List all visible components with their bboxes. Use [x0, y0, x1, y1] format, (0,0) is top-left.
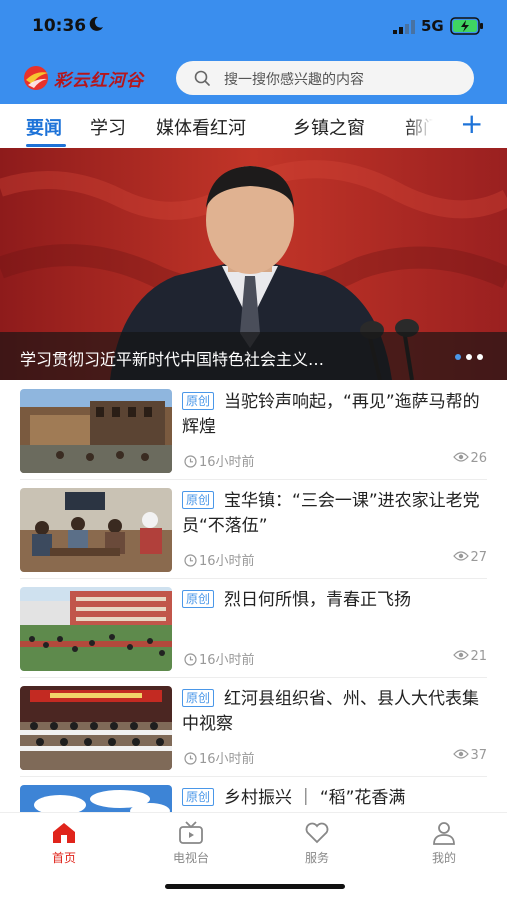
nav-label: 电视台: [172, 851, 209, 865]
eye-icon: [453, 551, 470, 561]
news-views-count: 21: [470, 649, 487, 664]
search-bar[interactable]: 搜一搜你感兴趣的内容: [176, 61, 474, 95]
news-views: 27: [453, 550, 487, 565]
news-time: 16小时前: [184, 649, 255, 668]
banner-caption: 学习贯彻习近平新时代中国特色社会主义…: [20, 350, 325, 369]
clock-icon: [184, 752, 197, 765]
nav-label: 首页: [51, 851, 76, 865]
carousel-dot: [477, 354, 483, 360]
news-title: 乡村振兴 ｜ “稻”花香满: [224, 788, 406, 808]
news-views: 37: [453, 748, 487, 763]
user-icon: [433, 822, 455, 845]
news-views: 21: [453, 649, 487, 664]
active-tab-indicator: [26, 144, 66, 147]
news-time-text: 16小时前: [199, 752, 255, 767]
status-bar: 10:36 5G: [0, 0, 507, 52]
news-item[interactable]: 原创 宝华镇：“三会一课”进农家让老党员“不落伍” 16小时前 27: [20, 480, 487, 579]
news-time: 16小时前: [184, 550, 255, 569]
news-thumbnail: [20, 686, 172, 770]
nav-services[interactable]: 服务: [277, 821, 357, 866]
tab-headlines[interactable]: 要闻: [26, 114, 62, 140]
nav-profile[interactable]: 我的: [404, 821, 484, 866]
heart-icon: [305, 822, 329, 844]
news-title-wrap: 原创 烈日何所惧，青春正飞扬: [182, 588, 488, 613]
news-time-text: 16小时前: [199, 554, 255, 569]
eye-icon: [453, 452, 470, 462]
search-icon: [194, 70, 210, 86]
eye-icon: [453, 650, 470, 660]
nav-home[interactable]: 首页: [24, 821, 104, 866]
carousel-dot-active: [455, 354, 461, 360]
clock-icon: [184, 455, 197, 468]
news-item[interactable]: 原创 红河县组织省、州、县人大代表集中视察 16小时前 37: [20, 678, 487, 777]
signal-icon: [393, 20, 415, 34]
eye-icon: [453, 749, 470, 759]
moon-icon: [89, 16, 103, 31]
carousel-dot: [466, 354, 472, 360]
status-time: 10:36: [32, 16, 87, 36]
tab-fade: [405, 104, 445, 148]
home-icon: [53, 823, 75, 843]
news-views-count: 27: [470, 550, 487, 565]
home-indicator[interactable]: [165, 884, 345, 889]
original-tag: 原创: [182, 392, 215, 410]
news-title-wrap: 原创 宝华镇：“三会一课”进农家让老党员“不落伍”: [182, 489, 488, 539]
app-screen: 10:36 5G 彩云红河谷 搜一搜你感兴趣的内容 要闻 学习 媒体看红河 乡镇…: [0, 0, 507, 900]
news-thumbnail: [20, 389, 172, 473]
tab-study[interactable]: 学习: [90, 114, 126, 140]
news-title-wrap: 原创 乡村振兴 ｜ “稻”花香满: [182, 786, 488, 811]
tv-icon: [179, 821, 203, 844]
news-time: 16小时前: [184, 451, 255, 470]
news-time-text: 16小时前: [199, 653, 255, 668]
news-title-wrap: 原创 当驼铃声响起，“再见”迤萨马帮的辉煌: [182, 390, 488, 440]
logo-text: 彩云红河谷: [54, 71, 144, 91]
app-logo[interactable]: 彩云红河谷: [22, 63, 162, 93]
nav-label: 服务: [304, 851, 329, 865]
clock-icon: [184, 653, 197, 666]
news-title: 红河县组织省、州、县人大代表集中视察: [182, 689, 480, 734]
original-tag: 原创: [182, 590, 215, 608]
add-channel-icon[interactable]: +: [460, 110, 483, 138]
nav-label: 我的: [431, 851, 456, 865]
original-tag: 原创: [182, 491, 215, 509]
banner-caption-bar[interactable]: 学习贯彻习近平新时代中国特色社会主义…: [0, 332, 507, 380]
news-title: 宝华镇：“三会一课”进农家让老党员“不落伍”: [182, 491, 480, 536]
search-placeholder: 搜一搜你感兴趣的内容: [224, 72, 364, 88]
network-type: 5G: [421, 17, 444, 35]
news-thumbnail: [20, 488, 172, 572]
news-item[interactable]: 原创 烈日何所惧，青春正飞扬 16小时前 21: [20, 579, 487, 678]
tab-media[interactable]: 媒体看红河: [156, 114, 246, 140]
news-title: 当驼铃声响起，“再见”迤萨马帮的辉煌: [182, 392, 480, 437]
news-time-text: 16小时前: [199, 455, 255, 470]
news-thumbnail: [20, 587, 172, 671]
news-views-count: 37: [470, 748, 487, 763]
tab-towns[interactable]: 乡镇之窗: [293, 114, 365, 140]
category-tabs: 要闻 学习 媒体看红河 乡镇之窗 部门 +: [0, 104, 507, 148]
logo-emblem-icon: [24, 66, 48, 90]
news-title-wrap: 原创 红河县组织省、州、县人大代表集中视察: [182, 687, 488, 737]
news-views-count: 26: [470, 451, 487, 466]
news-item[interactable]: 原创 当驼铃声响起，“再见”迤萨马帮的辉煌 16小时前 26: [20, 381, 487, 480]
clock-icon: [184, 554, 197, 567]
original-tag: 原创: [182, 788, 215, 806]
news-title: 烈日何所惧，青春正飞扬: [224, 590, 412, 610]
original-tag: 原创: [182, 689, 215, 707]
app-header: 10:36 5G 彩云红河谷 搜一搜你感兴趣的内容: [0, 0, 507, 104]
battery-charging-icon: [450, 17, 483, 35]
news-time: 16小时前: [184, 748, 255, 767]
news-views: 26: [453, 451, 487, 466]
nav-tv[interactable]: 电视台: [151, 821, 231, 866]
